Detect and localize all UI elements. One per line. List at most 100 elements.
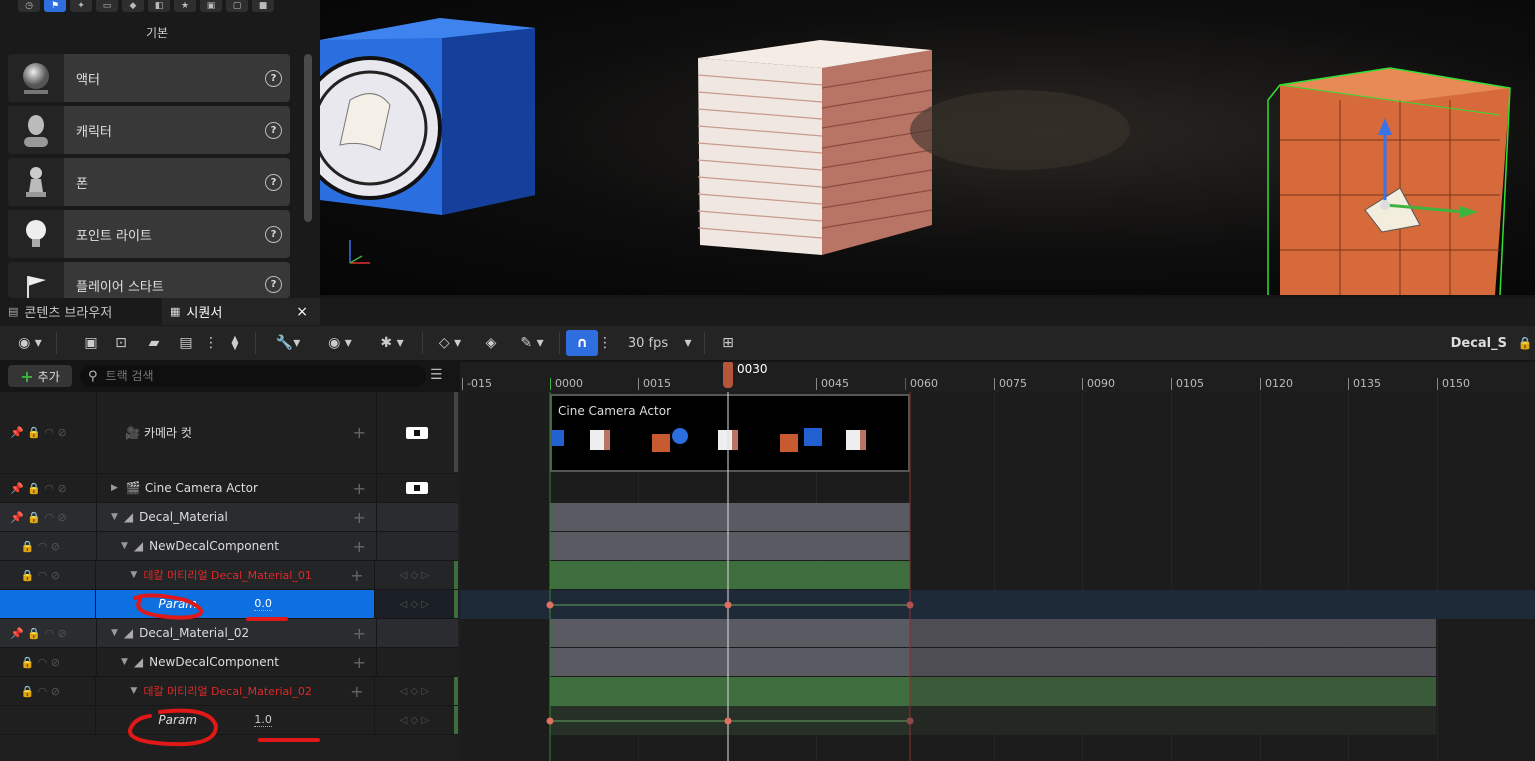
keyframe[interactable] [906,717,914,725]
shapes-icon[interactable]: ▢ [226,0,248,12]
visual-effects-icon[interactable]: ◆ [122,0,144,12]
level-viewport[interactable] [320,0,1535,295]
actions-icon[interactable]: ⧫ [221,330,249,356]
collapse-icon[interactable]: ▼ [111,628,118,638]
row-toggles[interactable]: 📌 🔒 ◠ ⊘ [0,619,96,647]
auto-key-icon[interactable]: ◈ [471,330,511,356]
row-toggles[interactable]: 🔒 ◠ ⊘ [0,561,95,589]
tab-content-browser[interactable]: ▤ 콘텐츠 브라우저 [0,298,160,325]
help-icon[interactable]: ? [265,69,282,87]
param-value[interactable]: 0.0 [254,597,272,611]
add-icon[interactable]: + [353,479,366,498]
keyframe[interactable] [546,717,554,725]
view-options-icon[interactable]: ◉ ▾ [316,330,364,356]
place-item-player-start[interactable]: 플레이어 스타트 ? [8,262,290,298]
key-navigation[interactable]: ◁ ◇ ▷ [375,561,454,589]
row-toggles[interactable]: 🔒 ◠ ⊘ [0,648,96,676]
time-ruler[interactable]: -015 0000 0015 0045 0060 0075 0090 0105 … [460,362,1535,392]
find-asset-icon[interactable]: ⊡ [105,330,137,356]
track-row-decal-component[interactable]: 🔒 ◠ ⊘ ▼ ◢ NewDecalComponent + [0,532,458,561]
playback-options-icon[interactable]: ✱ ▾ [368,330,416,356]
place-item-character[interactable]: 캐릭터 ? [8,106,290,154]
keyframe[interactable] [724,717,732,725]
keyframe[interactable] [724,601,732,609]
track-row-decal-material-01[interactable]: 🔒 ◠ ⊘ ▼ 데칼 머티리얼 Decal_Material_01 + ◁ ◇ ▷ [0,561,458,590]
filter-icon[interactable]: ☰ [430,367,443,383]
row-toggles[interactable]: 🔒 ◠ ⊘ [0,532,96,560]
cinematic-icon[interactable]: ▭ [96,0,118,12]
key-icon[interactable]: ◇ ▾ [429,330,471,356]
add-track-button[interactable]: + 추가 [8,365,72,387]
add-icon[interactable]: + [350,566,363,585]
key-navigation[interactable]: ◁ ◇ ▷ [375,677,454,705]
collapse-icon[interactable]: ▼ [130,686,137,696]
track-area[interactable]: Cine Camera Actor [460,392,1535,761]
snap-options-icon[interactable]: ⋮ [598,330,612,356]
help-icon[interactable]: ? [265,276,282,293]
collapse-icon[interactable]: ▼ [121,657,128,667]
basic-icon[interactable]: ⚑ [44,0,66,12]
more-icon[interactable]: ■ [252,0,274,12]
orange-brick-cube[interactable] [1267,67,1511,295]
collapse-icon[interactable]: ▼ [111,512,118,522]
edit-mode-icon[interactable]: ✎ ▾ [511,330,553,356]
volumes-icon[interactable]: ★ [174,0,196,12]
track-row-cine-camera[interactable]: 📌 🔒 ◠ ⊘ ▶ 🎬 Cine Camera Actor + [0,474,458,503]
expand-icon[interactable]: ▶ [111,483,118,493]
track-row-decal-material-02-param-group[interactable]: 🔒 ◠ ⊘ ▼ 데칼 머티리얼 Decal_Material_02 + ◁ ◇ ▷ [0,677,458,706]
collapse-icon[interactable]: ▼ [121,541,128,551]
world-icon[interactable]: ◉ ▾ [10,330,50,356]
all-classes-icon[interactable]: ▣ [200,0,222,12]
snap-magnet-icon[interactable]: ∩ [566,330,598,356]
fps-selector[interactable]: 30 fps [618,330,678,356]
key-navigation[interactable]: ◁ ◇ ▷ [374,590,455,618]
add-icon[interactable]: + [353,624,366,643]
row-toggles[interactable]: 📌 🔒 ◠ ⊘ [0,474,96,502]
collapse-icon[interactable]: ▼ [130,570,137,580]
place-item-point-light[interactable]: 포인트 라이트 ? [8,210,290,258]
lights-icon[interactable]: ✦ [70,0,92,12]
row-toggles[interactable] [0,590,95,618]
track-row-param-01[interactable]: Param 0.0 ◁ ◇ ▷ [0,590,458,619]
add-icon[interactable]: + [353,423,366,442]
place-scrollbar[interactable] [304,54,312,222]
track-row-camera-cut[interactable]: 📌 🔒 ◠ ⊘ 🎥 카메라 컷 + [0,392,458,474]
track-search[interactable]: ⚲ [80,365,426,387]
add-icon[interactable]: + [353,508,366,527]
row-toggles[interactable]: 🔒 ◠ ⊘ [0,677,95,705]
outliner-scrollbar[interactable] [454,392,458,472]
track-row-param-02[interactable]: Param 1.0 ◁ ◇ ▷ [0,706,458,735]
place-item-pawn[interactable]: 폰 ? [8,158,290,206]
add-icon[interactable]: + [350,682,363,701]
row-toggles[interactable] [0,706,95,734]
add-icon[interactable]: + [353,537,366,556]
chevron-down-icon[interactable]: ▾ [678,330,698,356]
camera-lock-icon[interactable] [406,482,428,494]
track-row-decal-material[interactable]: 📌 🔒 ◠ ⊘ ▼ ◢ Decal_Material + [0,503,458,532]
camera-icon[interactable]: ▰ [137,330,171,356]
geometry-icon[interactable]: ◧ [148,0,170,12]
keyframe[interactable] [906,601,914,609]
help-icon[interactable]: ? [265,225,282,243]
param-value[interactable]: 1.0 [254,713,272,727]
lock-icon[interactable]: 🔒 [1515,330,1535,356]
curve-editor-icon[interactable]: ⊞ [711,330,745,356]
close-icon[interactable]: × [296,304,308,320]
track-row-decal-component-02[interactable]: 🔒 ◠ ⊘ ▼ ◢ NewDecalComponent + [0,648,458,677]
camera-lock-icon[interactable] [406,426,428,439]
tab-sequencer[interactable]: ▦ 시퀀서 × [162,298,320,325]
row-toggles[interactable]: 📌 🔒 ◠ ⊘ [0,392,96,473]
track-row-decal-material-02[interactable]: 📌 🔒 ◠ ⊘ ▼ ◢ Decal_Material_02 + [0,619,458,648]
place-item-actor[interactable]: 액터 ? [8,54,290,102]
recent-icon[interactable]: ◷ [18,0,40,12]
help-icon[interactable]: ? [265,121,282,139]
add-icon[interactable]: + [353,653,366,672]
keyframe[interactable] [546,601,554,609]
playhead-handle[interactable] [723,362,733,388]
help-icon[interactable]: ? [265,173,282,191]
render-movie-icon[interactable]: ▤ [171,330,201,356]
row-toggles[interactable]: 📌 🔒 ◠ ⊘ [0,503,96,531]
tools-icon[interactable]: 🔧▾ [266,330,310,356]
more-options-icon[interactable]: ⋮ [201,330,221,356]
key-navigation[interactable]: ◁ ◇ ▷ [375,706,454,734]
